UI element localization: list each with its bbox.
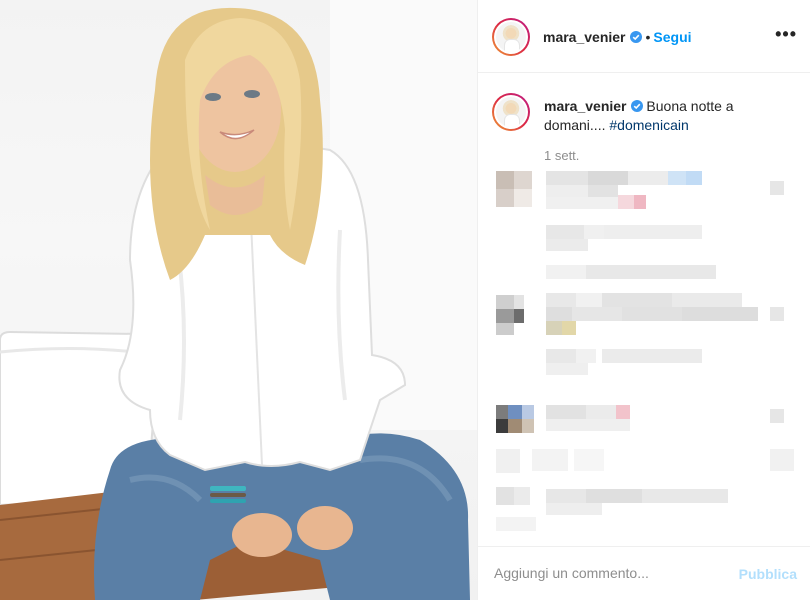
separator-dot: • [645, 29, 651, 45]
username-link[interactable]: mara_venier [543, 29, 626, 45]
redacted-comment-4 [496, 449, 794, 531]
profile-avatar[interactable] [492, 18, 530, 56]
post-photo[interactable] [0, 0, 477, 600]
caption-avatar[interactable] [492, 93, 530, 131]
post-timestamp[interactable]: 1 sett. [544, 148, 579, 163]
more-options-icon[interactable]: ••• [775, 25, 797, 43]
verified-badge-icon [630, 100, 643, 112]
photo-illustration [0, 0, 477, 600]
redacted-comments [496, 171, 794, 531]
caption-username[interactable]: mara_venier [544, 98, 627, 114]
redacted-comment-1 [496, 171, 784, 279]
publish-button[interactable]: Pubblica [739, 566, 797, 582]
verified-badge-icon [629, 31, 642, 43]
redacted-comment-3 [496, 405, 784, 433]
post-details-panel: mara_venier • Segui ••• mara_venier Buona … [477, 0, 810, 600]
add-comment-input[interactable] [494, 565, 724, 581]
follow-button[interactable]: Segui [653, 29, 691, 45]
post-caption: mara_venier Buona notte a domani.... #do… [544, 97, 774, 135]
comment-footer: Pubblica [478, 546, 810, 600]
post-header: mara_venier • Segui ••• [478, 0, 810, 73]
header-user-row: mara_venier • Segui [543, 29, 692, 47]
hashtag-link[interactable]: #domenicain [609, 117, 688, 133]
redacted-comment-2 [496, 293, 784, 375]
